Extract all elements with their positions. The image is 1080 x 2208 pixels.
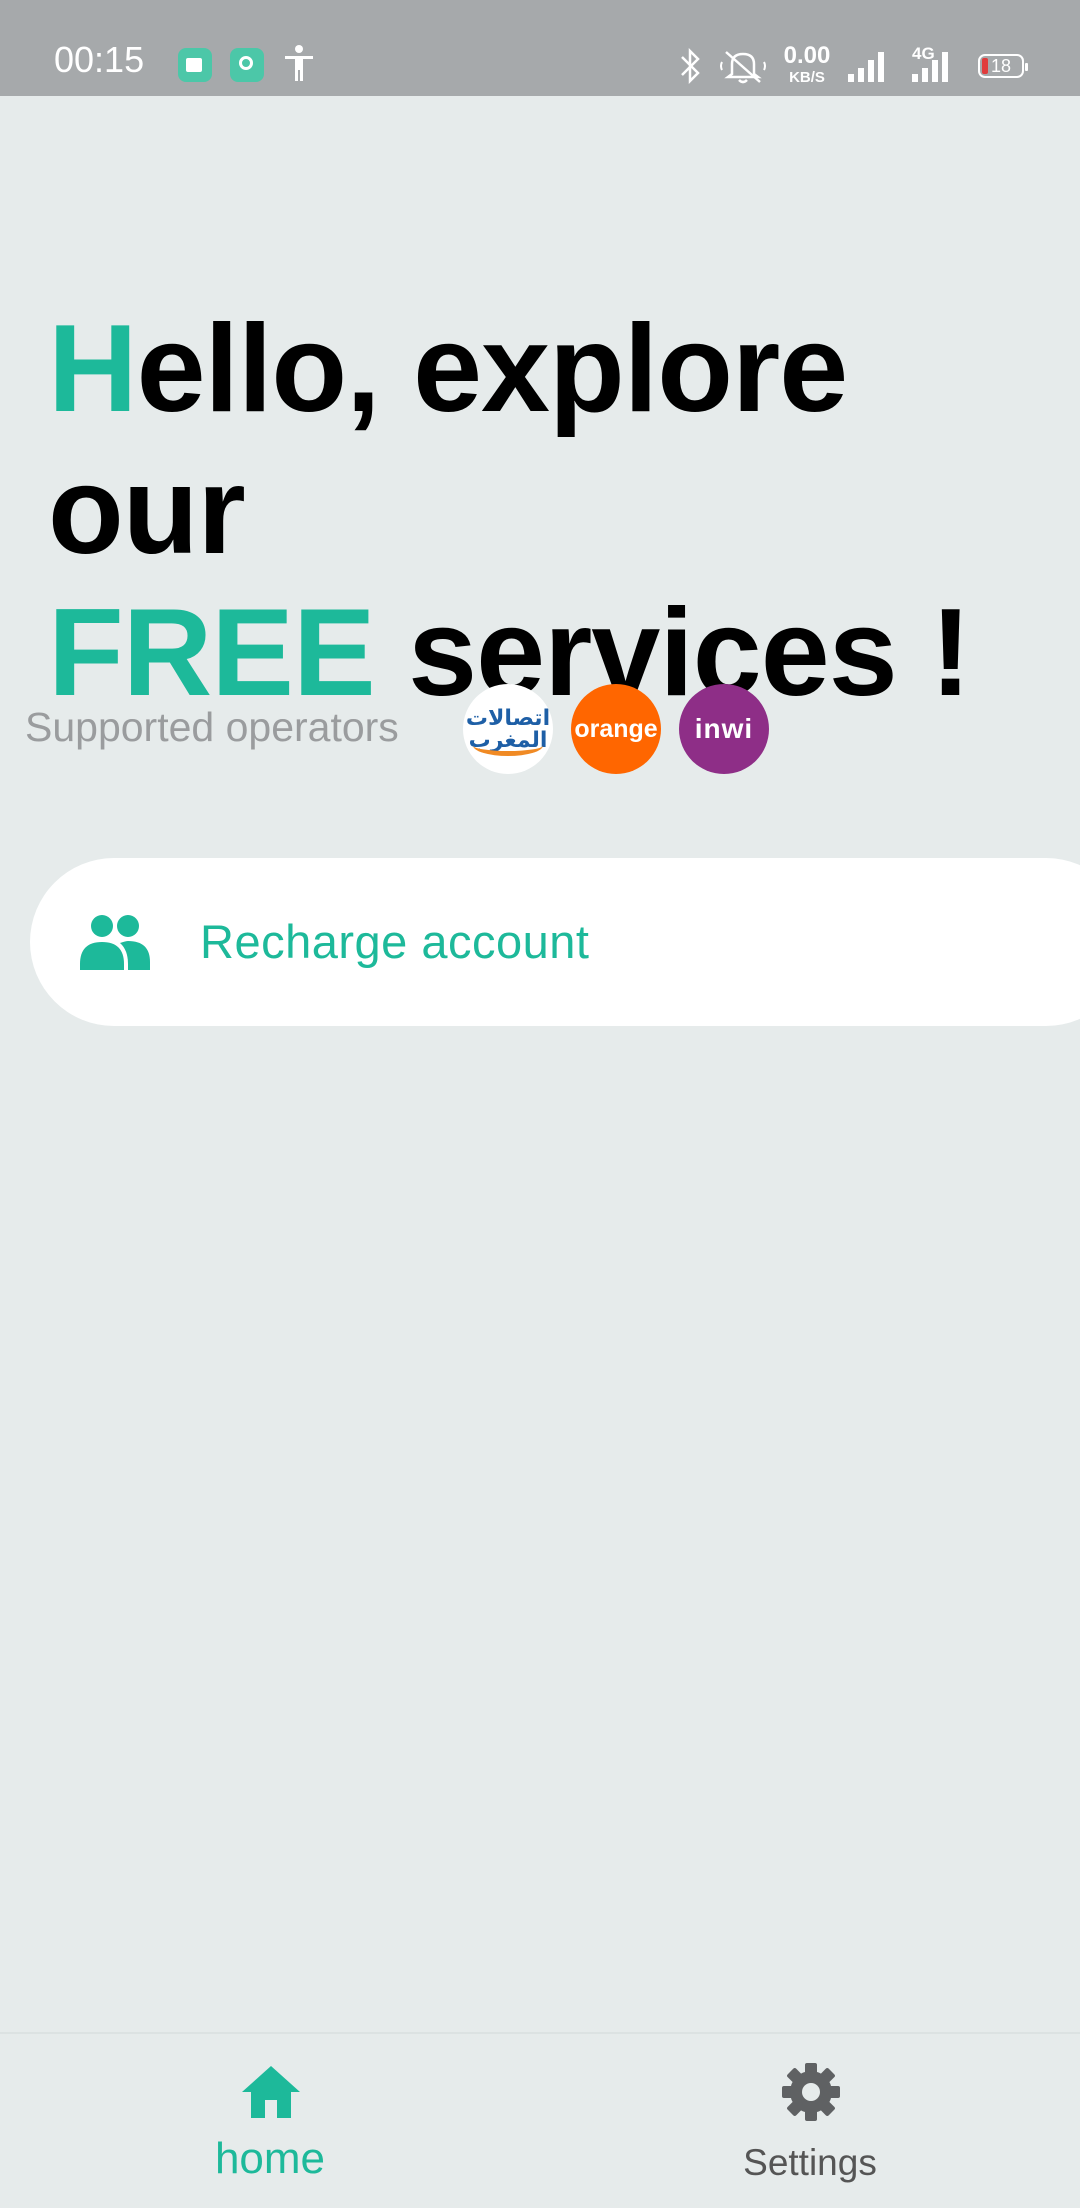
nav-label-settings: Settings: [743, 2142, 877, 2183]
battery-level: 18: [990, 56, 1012, 76]
hero-line-2-text: services !: [374, 584, 971, 722]
network-speed: 0.00 KB/S: [780, 42, 834, 86]
network-speed-unit: KB/S: [789, 69, 825, 86]
status-bar: 00:15 0.00 KB/S 4G 18: [0, 0, 1080, 96]
signal-icon: [912, 52, 948, 82]
home-icon: [242, 2066, 300, 2118]
nav-label-home: home: [214, 2134, 326, 2183]
hero-line-2: FREE services !: [48, 582, 1058, 724]
operators-label: Supported operators: [25, 704, 399, 750]
hero-title: Hello, explore our FREE services !: [48, 298, 1058, 724]
operator-logo-iam: اتصالات المغرب: [463, 684, 553, 774]
mute-icon: [720, 51, 766, 84]
bottom-navigation: home Settings: [0, 2032, 1080, 2208]
hero-line-1-text: ello, explore our: [48, 300, 848, 580]
hero-accent-word: FREE: [48, 584, 376, 722]
operator-logo-inwi: inwi: [679, 684, 769, 774]
nav-item-home[interactable]: home: [0, 2034, 540, 2208]
recharge-account-button[interactable]: Recharge account: [30, 858, 1080, 1026]
operator-logo-text: inwi: [694, 713, 754, 744]
app-notification-icon: [178, 48, 212, 82]
network-speed-value: 0.00: [783, 42, 831, 69]
gear-icon: [782, 2063, 840, 2121]
bluetooth-icon: [681, 48, 700, 84]
app-notification-icon: [230, 48, 264, 82]
status-time: 00:15: [54, 39, 145, 80]
nav-item-settings[interactable]: Settings: [540, 2034, 1080, 2208]
battery-icon: 18: [978, 54, 1028, 78]
operator-logo-orange: orange: [571, 684, 661, 774]
hero-line-1: Hello, explore our: [48, 298, 1058, 582]
people-icon: [80, 915, 150, 970]
signal-icon: [848, 52, 884, 82]
hero-accent-letter: H: [48, 300, 138, 438]
operator-logo-text: orange: [574, 714, 658, 743]
accessibility-icon: [285, 45, 313, 81]
recharge-account-label: Recharge account: [200, 915, 590, 968]
